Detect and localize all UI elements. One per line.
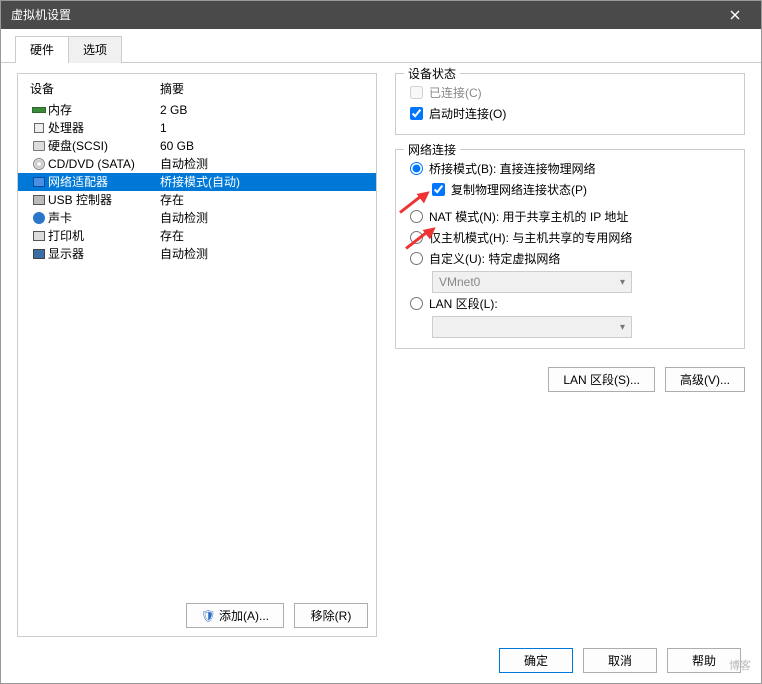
- window-title: 虚拟机设置: [11, 1, 71, 29]
- close-icon: [730, 10, 740, 20]
- bridged-label: 桥接模式(B): 直接连接物理网络: [429, 160, 596, 177]
- hw-device-label: 显示器: [48, 246, 160, 263]
- hw-row-sound[interactable]: 声卡 自动检测: [18, 209, 376, 227]
- hardware-buttons: 🛡添加(A)... 移除(R): [18, 595, 376, 636]
- close-button[interactable]: [719, 1, 751, 29]
- hw-device-label: 处理器: [48, 120, 160, 137]
- tab-hardware[interactable]: 硬件: [15, 36, 69, 63]
- connect-poweron-row[interactable]: 启动时连接(O): [410, 103, 734, 124]
- hw-summary-label: 60 GB: [160, 138, 368, 155]
- cancel-button[interactable]: 取消: [583, 648, 657, 673]
- hw-summary-label: 桥接模式(自动): [160, 174, 368, 191]
- custom-row[interactable]: 自定义(U): 特定虚拟网络: [410, 248, 734, 269]
- memory-icon: [30, 107, 48, 113]
- nat-label: NAT 模式(N): 用于共享主机的 IP 地址: [429, 208, 628, 225]
- hw-device-label: 硬盘(SCSI): [48, 138, 160, 155]
- printer-icon: [30, 231, 48, 241]
- lan-segment-radio[interactable]: [410, 297, 423, 310]
- help-button[interactable]: 帮助: [667, 648, 741, 673]
- hw-summary-label: 1: [160, 120, 368, 137]
- usb-icon: [30, 195, 48, 205]
- header-device: 设备: [30, 80, 160, 97]
- nat-radio[interactable]: [410, 210, 423, 223]
- hardware-list-header: 设备 摘要: [18, 74, 376, 101]
- display-icon: [30, 249, 48, 259]
- add-button-label: 添加(A)...: [219, 609, 269, 623]
- remove-hardware-button[interactable]: 移除(R): [294, 603, 368, 628]
- hw-device-label: CD/DVD (SATA): [48, 156, 160, 173]
- custom-radio[interactable]: [410, 252, 423, 265]
- lan-segment-select: ▾: [432, 316, 632, 338]
- tab-options[interactable]: 选项: [68, 36, 122, 63]
- hw-device-label: 网络适配器: [48, 174, 160, 191]
- network-icon: [30, 177, 48, 187]
- nat-row[interactable]: NAT 模式(N): 用于共享主机的 IP 地址: [410, 206, 734, 227]
- replicate-row[interactable]: 复制物理网络连接状态(P): [432, 179, 734, 200]
- connected-label: 已连接(C): [429, 84, 482, 101]
- settings-detail-pane: 设备状态 已连接(C) 启动时连接(O) 网络连接 桥接模式(B): 直接连接物…: [395, 73, 745, 637]
- connected-row: 已连接(C): [410, 82, 734, 103]
- connect-poweron-label: 启动时连接(O): [429, 105, 506, 122]
- lan-segment-row[interactable]: LAN 区段(L):: [410, 293, 734, 314]
- custom-label: 自定义(U): 特定虚拟网络: [429, 250, 560, 267]
- titlebar: 虚拟机设置: [1, 1, 761, 29]
- lan-segments-button[interactable]: LAN 区段(S)...: [548, 367, 655, 392]
- hw-summary-label: 存在: [160, 228, 368, 245]
- hw-device-label: 声卡: [48, 210, 160, 227]
- chevron-down-icon: ▾: [620, 277, 625, 288]
- device-status-legend: 设备状态: [404, 65, 460, 82]
- hw-summary-label: 自动检测: [160, 210, 368, 227]
- hw-row-usb[interactable]: USB 控制器 存在: [18, 191, 376, 209]
- ok-button[interactable]: 确定: [499, 648, 573, 673]
- network-connection-legend: 网络连接: [404, 141, 460, 158]
- hardware-list-pane: 设备 摘要 内存 2 GB 处理器 1 硬盘(SCSI) 60 GB: [17, 73, 377, 637]
- hw-device-label: USB 控制器: [48, 192, 160, 209]
- shield-icon: 🛡: [201, 609, 216, 623]
- bridged-radio[interactable]: [410, 162, 423, 175]
- hw-summary-label: 存在: [160, 192, 368, 209]
- advanced-button[interactable]: 高级(V)...: [665, 367, 745, 392]
- content-area: 设备 摘要 内存 2 GB 处理器 1 硬盘(SCSI) 60 GB: [1, 63, 761, 647]
- connect-poweron-checkbox[interactable]: [410, 107, 423, 120]
- hw-summary-label: 自动检测: [160, 156, 368, 173]
- device-status-group: 设备状态 已连接(C) 启动时连接(O): [395, 73, 745, 135]
- hostonly-radio[interactable]: [410, 231, 423, 244]
- vm-settings-window: 虚拟机设置 硬件 选项 设备 摘要 内存 2 GB: [0, 0, 762, 684]
- hw-row-display[interactable]: 显示器 自动检测: [18, 245, 376, 263]
- connected-checkbox: [410, 86, 423, 99]
- lan-segment-label: LAN 区段(L):: [429, 295, 498, 312]
- hardware-list[interactable]: 内存 2 GB 处理器 1 硬盘(SCSI) 60 GB CD/DVD (SAT…: [18, 101, 376, 595]
- add-hardware-button[interactable]: 🛡添加(A)...: [186, 603, 284, 628]
- hw-row-memory[interactable]: 内存 2 GB: [18, 101, 376, 119]
- hw-row-printer[interactable]: 打印机 存在: [18, 227, 376, 245]
- custom-network-select: VMnet0 ▾: [432, 271, 632, 293]
- bridged-row[interactable]: 桥接模式(B): 直接连接物理网络: [410, 158, 734, 179]
- chevron-down-icon: ▾: [620, 322, 625, 333]
- cd-icon: [30, 158, 48, 170]
- tab-strip: 硬件 选项: [1, 29, 761, 63]
- hostonly-label: 仅主机模式(H): 与主机共享的专用网络: [429, 229, 632, 246]
- replicate-checkbox[interactable]: [432, 183, 445, 196]
- hw-row-hdd[interactable]: 硬盘(SCSI) 60 GB: [18, 137, 376, 155]
- hw-summary-label: 自动检测: [160, 246, 368, 263]
- hw-row-cpu[interactable]: 处理器 1: [18, 119, 376, 137]
- dialog-footer: 确定 取消 帮助: [499, 648, 741, 673]
- hw-device-label: 打印机: [48, 228, 160, 245]
- network-extra-buttons: LAN 区段(S)... 高级(V)...: [395, 363, 745, 396]
- hw-device-label: 内存: [48, 102, 160, 119]
- sound-icon: [30, 212, 48, 224]
- custom-network-value: VMnet0: [439, 275, 480, 289]
- hostonly-row[interactable]: 仅主机模式(H): 与主机共享的专用网络: [410, 227, 734, 248]
- hw-row-cd[interactable]: CD/DVD (SATA) 自动检测: [18, 155, 376, 173]
- hw-row-network[interactable]: 网络适配器 桥接模式(自动): [18, 173, 376, 191]
- header-summary: 摘要: [160, 80, 184, 97]
- hdd-icon: [30, 141, 48, 151]
- cpu-icon: [30, 123, 48, 133]
- network-connection-group: 网络连接 桥接模式(B): 直接连接物理网络 复制物理网络连接状态(P) NAT…: [395, 149, 745, 349]
- replicate-label: 复制物理网络连接状态(P): [451, 181, 587, 198]
- hw-summary-label: 2 GB: [160, 102, 368, 119]
